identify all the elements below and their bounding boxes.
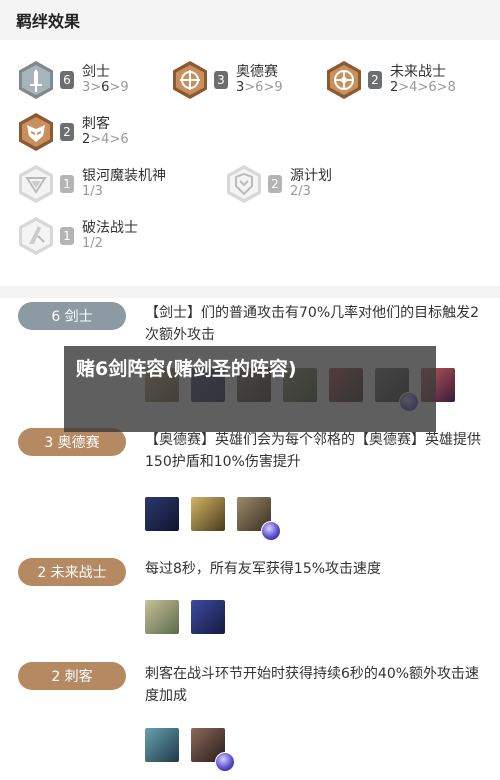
champion-list: [145, 728, 237, 772]
bond-chip-swordsman[interactable]: 6 剑士 3>6>9: [16, 58, 166, 102]
bond-count: 2: [60, 123, 74, 141]
header: 羁绊效果: [0, 0, 500, 40]
page-title: 羁绊效果: [16, 12, 81, 31]
bond-name: 剑士: [82, 64, 110, 80]
bond-name: 未来战士: [390, 64, 446, 80]
bond-count: 2: [368, 71, 382, 89]
bond-progress: 3>6>9: [82, 80, 129, 95]
bond-name: 源计划: [290, 168, 332, 184]
bond-progress: 1/3: [82, 184, 103, 199]
caption-title: 赌6剑阵容(赌剑圣的阵容): [76, 358, 297, 380]
bond-name: 破法战士: [82, 220, 138, 236]
bond-progress: 2/3: [290, 184, 311, 199]
detail-label-odyssey[interactable]: 3 奥德赛: [18, 428, 126, 456]
bond-chip-future[interactable]: 2 未来战士 2>4>6>8: [324, 58, 474, 102]
bond-name: 银河魔装机神: [82, 168, 166, 184]
champion-portrait[interactable]: [191, 600, 225, 634]
item-orb-icon: [261, 521, 281, 541]
detail-description: 每过8秒，所有友军获得15%攻击速度: [145, 561, 382, 577]
bond-row: 1 破法战士 1/2: [16, 214, 488, 258]
bond-row: 6 剑士 3>6>9 3 奥德赛 3>6>9 2 未来战士 2>4>6>8: [16, 58, 488, 102]
champion-portrait[interactable]: [145, 497, 179, 531]
champion-portrait[interactable]: [191, 497, 225, 531]
bond-chip-mech[interactable]: 1 银河魔装机神 1/3: [16, 162, 196, 206]
assassin-icon: [16, 112, 56, 152]
section-divider: [0, 286, 500, 298]
bond-chip-project[interactable]: 2 源计划 2/3: [224, 162, 374, 206]
bond-count: 1: [60, 227, 74, 245]
item-orb-icon: [215, 752, 235, 772]
champion-portrait[interactable]: [145, 600, 179, 634]
bond-name: 刺客: [82, 116, 110, 132]
bond-count: 6: [60, 71, 74, 89]
bond-grid: 6 剑士 3>6>9 3 奥德赛 3>6>9 2 未来战士 2>4>6>8 2 …: [0, 40, 500, 258]
detail-description: 刺客在战斗环节开始时获得持续6秒的40%额外攻击速度加成: [145, 666, 480, 704]
bond-progress: 2>4>6>8: [390, 80, 456, 95]
bond-progress: 1/2: [82, 236, 103, 251]
detail-label-assassin[interactable]: 2 刺客: [18, 662, 126, 690]
bond-row: 2 刺客 2>4>6: [16, 110, 488, 154]
bond-progress: 2>4>6: [82, 132, 129, 147]
bond-name: 奥德赛: [236, 64, 278, 80]
champion-list: [145, 497, 283, 541]
bond-chip-assassin[interactable]: 2 刺客 2>4>6: [16, 110, 166, 154]
bond-progress: 3>6>9: [236, 80, 283, 95]
odyssey-icon: [170, 60, 210, 100]
detail-description: 【剑士】们的普通攻击有70%几率对他们的目标触发2次额外攻击: [145, 305, 480, 343]
mech-icon: [16, 164, 56, 204]
champion-portrait[interactable]: [237, 497, 281, 541]
sword-icon: [16, 60, 56, 100]
future-icon: [324, 60, 364, 100]
bond-count: 2: [268, 175, 282, 193]
champion-portrait[interactable]: [145, 728, 179, 762]
bond-chip-spellblade[interactable]: 1 破法战士 1/2: [16, 214, 166, 258]
champion-list: [145, 600, 237, 634]
bond-count: 1: [60, 175, 74, 193]
caption-overlay: 赌6剑阵容(赌剑圣的阵容): [64, 346, 436, 432]
detail-label-future[interactable]: 2 未来战士: [18, 558, 126, 586]
bond-row: 1 银河魔装机神 1/3 2 源计划 2/3: [16, 162, 488, 206]
bond-chip-odyssey[interactable]: 3 奥德赛 3>6>9: [170, 58, 320, 102]
detail-label-swordsman[interactable]: 6 剑士: [18, 302, 126, 330]
project-icon: [224, 164, 264, 204]
detail-description: 【奥德赛】英雄们会为每个邻格的【奥德赛】英雄提供150护盾和10%伤害提升: [145, 432, 481, 470]
bond-count: 3: [214, 71, 228, 89]
champion-portrait[interactable]: [191, 728, 235, 772]
spellblade-icon: [16, 216, 56, 256]
